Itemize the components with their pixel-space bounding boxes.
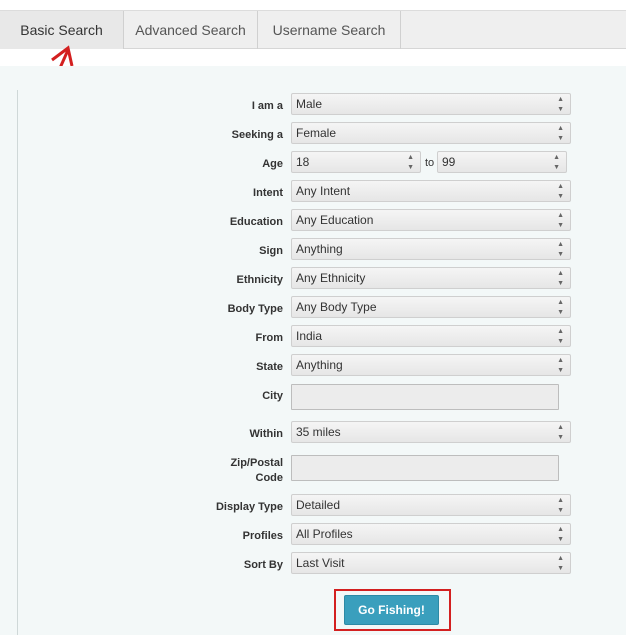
sign-label: Sign [259, 245, 283, 257]
seeking-select[interactable]: Female ▲ ▼ [291, 122, 571, 144]
ethnicity-label: Ethnicity [236, 274, 283, 286]
go-fishing-button[interactable]: Go Fishing! [344, 595, 439, 625]
ethnicity-select[interactable]: Any Ethnicity ▲ ▼ [291, 267, 571, 289]
age-min-select[interactable]: 18 ▲ ▼ [291, 151, 421, 173]
body-type-select[interactable]: Any Body Type ▲ ▼ [291, 296, 571, 318]
zip-label-line1: Zip/Postal [230, 457, 283, 469]
city-label: City [262, 390, 283, 402]
within-label: Within [249, 428, 284, 440]
i-am-a-select[interactable]: Male ▲ ▼ [291, 93, 571, 115]
within-select[interactable]: 35 miles ▲ ▼ [291, 421, 571, 443]
select-arrows-icon: ▲ ▼ [557, 497, 564, 514]
zip-input[interactable] [291, 455, 559, 481]
search-tab-bar: Basic Search Advanced Search Username Se… [0, 10, 626, 49]
i-am-a-label: I am a [251, 100, 283, 112]
sign-select[interactable]: Anything ▲ ▼ [291, 238, 571, 260]
age-label: Age [262, 158, 283, 170]
age-max-select[interactable]: 99 ▲ ▼ [437, 151, 567, 173]
sort-by-label: Sort By [243, 559, 283, 571]
display-type-label: Display Type [215, 501, 283, 513]
select-arrows-icon: ▲ ▼ [557, 424, 564, 441]
state-label: State [256, 361, 283, 373]
education-label: Education [229, 216, 283, 228]
select-arrows-icon: ▲ ▼ [407, 154, 414, 171]
display-type-select[interactable]: Detailed ▲ ▼ [291, 494, 571, 516]
select-arrows-icon: ▲ ▼ [557, 241, 564, 258]
sort-by-select[interactable]: Last Visit ▲ ▼ [291, 552, 571, 574]
state-select[interactable]: Anything ▲ ▼ [291, 354, 571, 376]
select-arrows-icon: ▲ ▼ [557, 555, 564, 572]
select-arrows-icon: ▲ ▼ [557, 183, 564, 200]
zip-label-line2: Code [255, 472, 284, 484]
body-type-label: Body Type [227, 303, 283, 315]
from-label: From [255, 332, 284, 344]
intent-select[interactable]: Any Intent ▲ ▼ [291, 180, 571, 202]
intent-label: Intent [253, 187, 283, 199]
select-arrows-icon: ▲ ▼ [557, 328, 564, 345]
panel-divider [17, 90, 18, 635]
select-arrows-icon: ▲ ▼ [557, 125, 564, 142]
select-arrows-icon: ▲ ▼ [557, 299, 564, 316]
select-arrows-icon: ▲ ▼ [553, 154, 560, 171]
profiles-label: Profiles [242, 530, 283, 542]
from-select[interactable]: India ▲ ▼ [291, 325, 571, 347]
tab-advanced-search[interactable]: Advanced Search [124, 11, 258, 49]
select-arrows-icon: ▲ ▼ [557, 357, 564, 374]
city-input[interactable] [291, 384, 559, 410]
education-select[interactable]: Any Education ▲ ▼ [291, 209, 571, 231]
tab-username-search[interactable]: Username Search [258, 11, 401, 49]
select-arrows-icon: ▲ ▼ [557, 212, 564, 229]
select-arrows-icon: ▲ ▼ [557, 96, 564, 113]
age-to-label: to [425, 157, 435, 169]
seeking-label: Seeking a [231, 129, 283, 141]
profiles-select[interactable]: All Profiles ▲ ▼ [291, 523, 571, 545]
select-arrows-icon: ▲ ▼ [557, 526, 564, 543]
select-arrows-icon: ▲ ▼ [557, 270, 564, 287]
